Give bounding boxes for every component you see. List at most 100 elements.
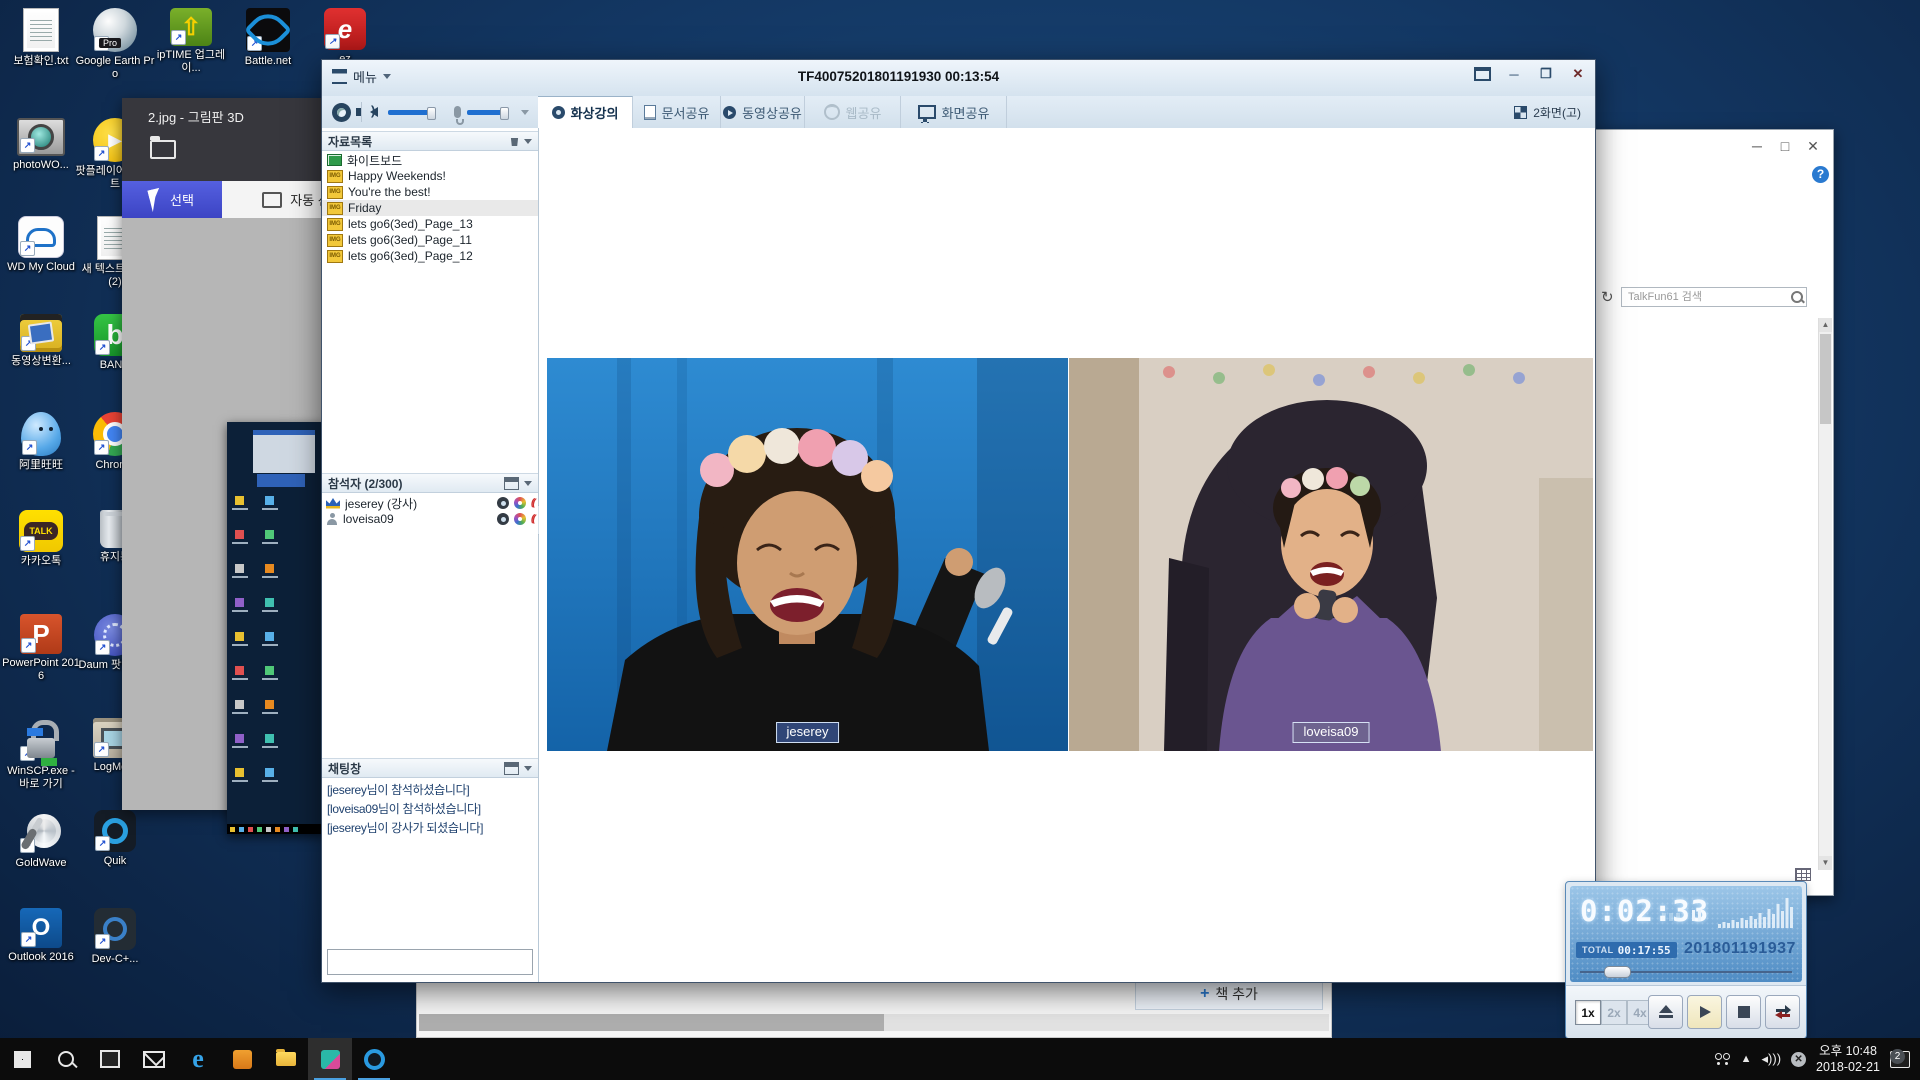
desktop-icon-ppt[interactable]: ↗PowerPoint 2016 bbox=[1, 614, 81, 683]
maximize-button[interactable]: □ bbox=[1775, 138, 1795, 154]
help-button[interactable]: ? bbox=[1812, 166, 1829, 183]
image-file-icon: IMG bbox=[327, 186, 343, 199]
scrollbar-thumb[interactable] bbox=[419, 1014, 884, 1031]
stop-button[interactable] bbox=[1726, 995, 1761, 1029]
tab-화상강의[interactable]: 화상강의 bbox=[538, 96, 633, 128]
folder-icon[interactable] bbox=[150, 140, 176, 159]
speaker-icon[interactable] bbox=[370, 107, 378, 117]
device-chevron-icon[interactable] bbox=[521, 110, 529, 115]
tab-문서공유[interactable]: 문서공유 bbox=[633, 96, 721, 128]
trash-icon[interactable] bbox=[510, 136, 519, 146]
collapse-chevron-icon[interactable] bbox=[524, 766, 532, 771]
desktop-icon-goldwave[interactable]: ↗GoldWave bbox=[1, 810, 81, 870]
minimize-button[interactable]: ─ bbox=[1747, 138, 1767, 154]
desktop-preview-window[interactable] bbox=[227, 422, 326, 834]
tab-웹공유[interactable]: 웹공유 bbox=[805, 96, 901, 128]
mic-signal-icon[interactable]: (( bbox=[530, 514, 535, 524]
video-lecture-window[interactable]: 메뉴 TF40075201801191930 00:13:54 ─ ❐ ✕ bbox=[321, 59, 1596, 983]
scroll-up-icon[interactable]: ▲ bbox=[1819, 318, 1832, 332]
refresh-icon[interactable]: ↻ bbox=[1601, 288, 1614, 306]
search-input[interactable] bbox=[1621, 287, 1807, 307]
material-item[interactable]: IMGlets go6(3ed)_Page_13 bbox=[322, 216, 538, 232]
desktop-icon-devc[interactable]: ↗Dev-C+... bbox=[75, 908, 155, 966]
mic-signal-icon[interactable]: (( bbox=[530, 498, 535, 508]
hidden-icons-chevron[interactable]: ▲ bbox=[1741, 1053, 1752, 1065]
layout-icon[interactable] bbox=[1474, 67, 1491, 81]
speaker-volume-slider[interactable] bbox=[388, 110, 434, 115]
tab-화면공유[interactable]: 화면공유 bbox=[901, 96, 1007, 128]
disconnected-icon[interactable]: ✕ bbox=[1791, 1052, 1806, 1067]
collapse-chevron-icon[interactable] bbox=[524, 481, 532, 486]
material-item[interactable]: IMGYou're the best! bbox=[322, 184, 538, 200]
scroll-down-icon[interactable]: ▼ bbox=[1819, 856, 1832, 870]
taskbar-button-task-view[interactable] bbox=[88, 1038, 132, 1080]
tab-동영상공유[interactable]: 동영상공유 bbox=[721, 96, 805, 128]
speed-button-1x[interactable]: 1x bbox=[1575, 1000, 1601, 1025]
taskbar-button-mail[interactable] bbox=[132, 1038, 176, 1080]
desktop-icon-kakao[interactable]: ↗카카오톡 bbox=[1, 510, 81, 568]
desktop-icon-quik[interactable]: ↗Quik bbox=[75, 810, 155, 868]
desktop-icon-ali[interactable]: ↗阿里旺旺 bbox=[1, 412, 81, 472]
drawing-permission-icon[interactable] bbox=[514, 513, 526, 525]
people-icon[interactable] bbox=[1715, 1053, 1731, 1065]
chat-input[interactable] bbox=[327, 949, 533, 975]
search-icon[interactable] bbox=[1791, 291, 1803, 303]
material-item[interactable]: IMGHappy Weekends! bbox=[322, 168, 538, 184]
maximize-button[interactable]: ❐ bbox=[1537, 66, 1555, 82]
taskbar-button-media-app[interactable] bbox=[352, 1038, 396, 1080]
vertical-scrollbar[interactable]: ▲ ▼ bbox=[1818, 318, 1832, 870]
material-item[interactable]: 화이트보드 bbox=[322, 152, 538, 168]
seek-handle[interactable] bbox=[1604, 966, 1631, 978]
taskbar-button-paint-3d[interactable] bbox=[308, 1038, 352, 1080]
participant-row[interactable]: loveisa09(( bbox=[322, 511, 538, 527]
list-menu-icon[interactable] bbox=[504, 477, 519, 490]
volume-icon[interactable]: ◂))) bbox=[1762, 1051, 1782, 1067]
drawing-permission-icon[interactable] bbox=[514, 497, 526, 509]
scrollbar-thumb[interactable] bbox=[1820, 334, 1831, 424]
select-tool-button[interactable]: 선택 bbox=[122, 181, 222, 218]
desktop-icon-txt[interactable]: 보험확인.txt bbox=[1, 8, 81, 68]
seek-slider[interactable] bbox=[1580, 971, 1792, 973]
tab-label: 화상강의 bbox=[571, 103, 619, 122]
desktop-icon-convert[interactable]: ↗동영상변환... bbox=[1, 314, 81, 368]
taskbar-button-start[interactable] bbox=[0, 1038, 44, 1080]
desktop-icon-camera[interactable]: ↗photoWO... bbox=[1, 118, 81, 172]
taskbar-clock[interactable]: 오후 10:48 2018-02-21 bbox=[1816, 1043, 1880, 1075]
material-item[interactable]: IMGlets go6(3ed)_Page_12 bbox=[322, 248, 538, 264]
screen-mode-selector[interactable]: 2화면(고) bbox=[1514, 96, 1581, 128]
desktop-icon-outlook[interactable]: ↗Outlook 2016 bbox=[1, 908, 81, 964]
talkfun-list-window[interactable]: ─ □ ✕ ? ↻ ▲ ▼ bbox=[1592, 129, 1834, 896]
microphone-icon[interactable] bbox=[454, 106, 461, 118]
desktop-icon-cloud[interactable]: ↗WD My Cloud bbox=[1, 216, 81, 274]
close-button[interactable]: ✕ bbox=[1803, 138, 1823, 155]
taskbar-button-search[interactable] bbox=[44, 1038, 88, 1080]
file-explorer-icon bbox=[276, 1052, 296, 1066]
speed-button-2x[interactable]: 2x bbox=[1601, 1000, 1627, 1025]
webcam-status-icon[interactable] bbox=[497, 513, 509, 525]
taskbar-button-edge[interactable]: e bbox=[176, 1038, 220, 1080]
webcam-icon[interactable] bbox=[332, 103, 351, 122]
list-menu-icon[interactable] bbox=[504, 762, 519, 775]
desktop-icon-globe[interactable]: ↗Google Earth Pro bbox=[75, 8, 155, 81]
background-ebook-window[interactable]: + 책 추가 bbox=[416, 975, 1332, 1038]
transfer-button[interactable] bbox=[1765, 995, 1800, 1029]
mic-volume-slider[interactable] bbox=[467, 110, 507, 115]
desktop-icon-battlenet[interactable]: ↗Battle.net bbox=[228, 8, 308, 68]
play-button[interactable] bbox=[1687, 995, 1722, 1029]
material-item[interactable]: IMGFriday bbox=[322, 200, 538, 216]
participant-row[interactable]: jeserey (강사)(( bbox=[322, 495, 538, 511]
close-button[interactable]: ✕ bbox=[1569, 66, 1587, 82]
desktop-icon-ez[interactable]: ↗ez bbox=[305, 8, 385, 66]
horizontal-scrollbar[interactable] bbox=[419, 1014, 1329, 1031]
material-item[interactable]: IMGlets go6(3ed)_Page_11 bbox=[322, 232, 538, 248]
desktop-icon-winscp[interactable]: ↗WinSCP.exe - 바로 가기 bbox=[1, 718, 81, 791]
webcam-status-icon[interactable] bbox=[497, 497, 509, 509]
taskbar-button-app-orange[interactable] bbox=[220, 1038, 264, 1080]
taskbar-button-file-explorer[interactable] bbox=[264, 1038, 308, 1080]
action-center-icon[interactable]: 2 bbox=[1890, 1051, 1910, 1068]
collapse-chevron-icon[interactable] bbox=[524, 139, 532, 144]
desktop-icon-iptime[interactable]: ↗ipTIME 업그레이... bbox=[151, 8, 231, 75]
minimize-button[interactable]: ─ bbox=[1505, 67, 1523, 82]
eject-button[interactable] bbox=[1648, 995, 1683, 1029]
grid-view-icon[interactable] bbox=[1795, 868, 1811, 881]
